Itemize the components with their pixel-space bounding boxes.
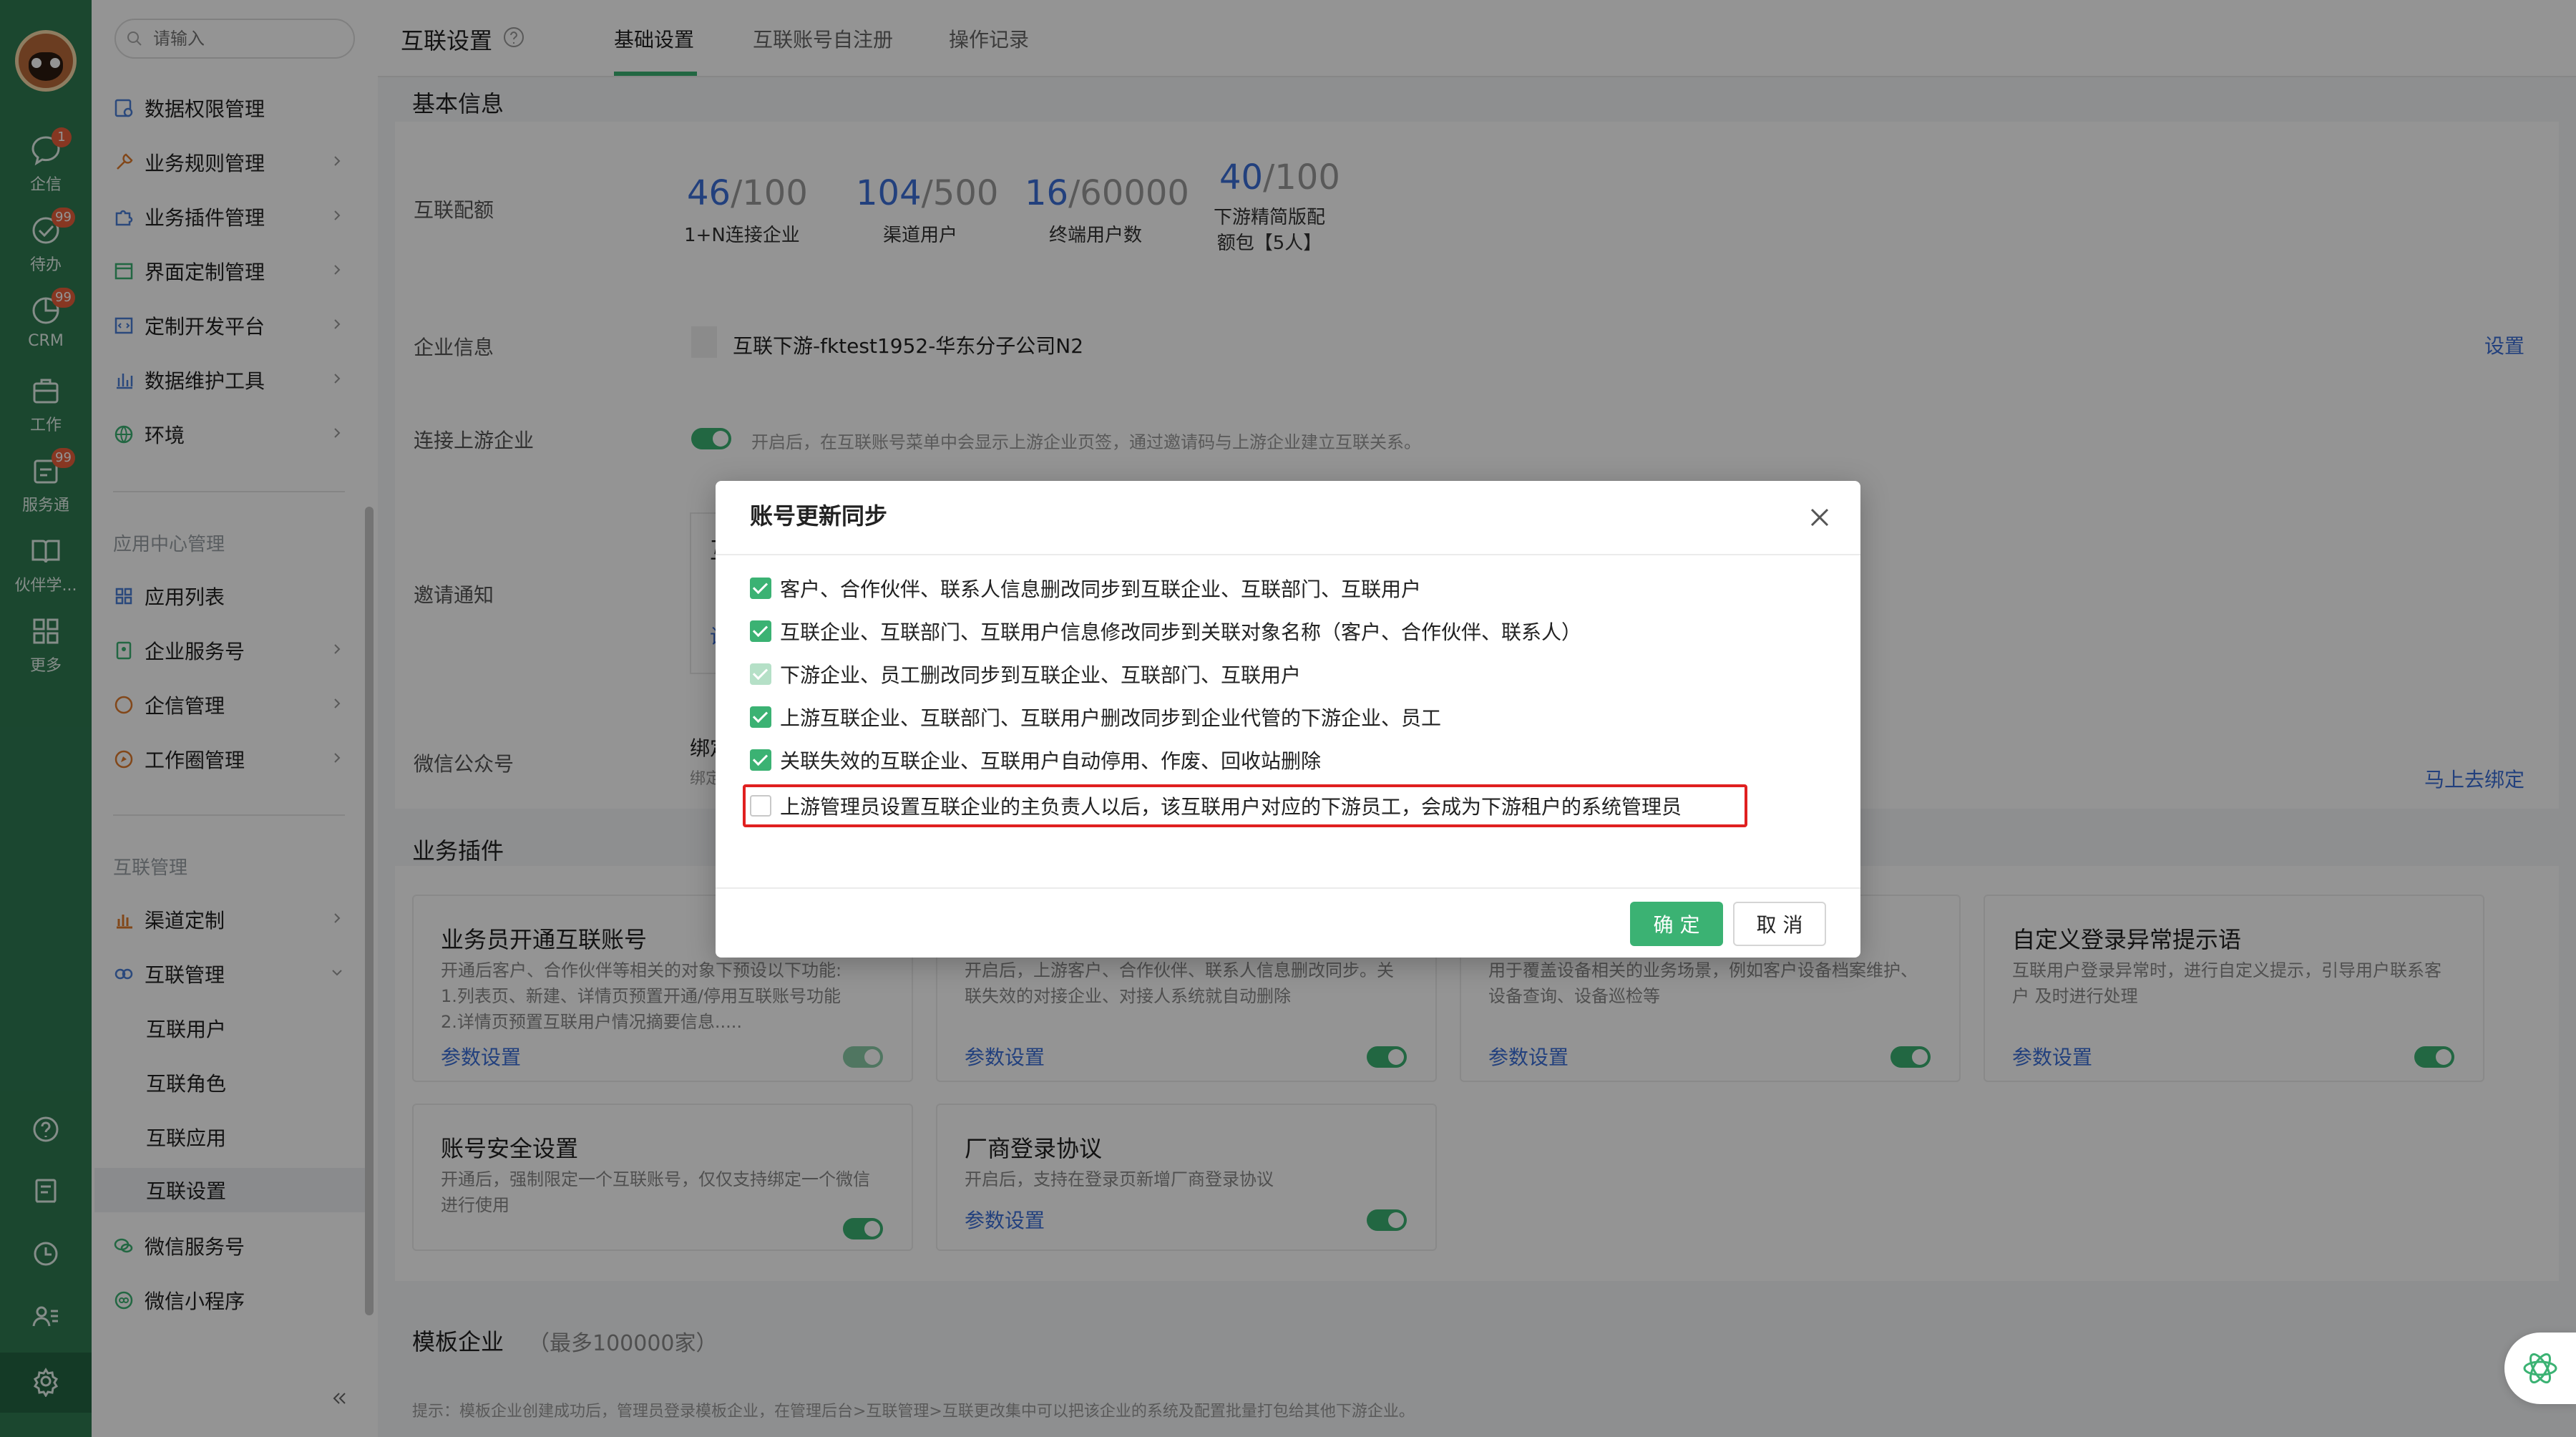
option-checkbox[interactable] [750, 706, 771, 728]
dialog-header: 账号更新同步 [716, 481, 1860, 555]
option-checkbox[interactable] [750, 749, 771, 771]
dialog-footer: 确 定 取 消 [716, 887, 1860, 958]
dialog-title: 账号更新同步 [750, 502, 888, 530]
option-label: 关联失效的互联企业、互联用户自动停用、作废、回收站删除 [780, 749, 1322, 773]
confirm-button[interactable]: 确 定 [1630, 902, 1723, 946]
ai-assistant-icon [2523, 1353, 2557, 1384]
cancel-button[interactable]: 取 消 [1733, 902, 1826, 946]
sync-option[interactable]: 客户、合作伙伴、联系人信息删改同步到互联企业、互联部门、互联用户 [750, 574, 1421, 603]
close-icon[interactable] [1807, 505, 1832, 530]
option-label: 上游管理员设置互联企业的主负责人以后，该互联用户对应的下游员工，会成为下游租户的… [780, 795, 1682, 819]
sync-option[interactable]: 关联失效的互联企业、互联用户自动停用、作废、回收站删除 [750, 746, 1321, 774]
option-checkbox[interactable] [750, 620, 771, 642]
option-label: 上游互联企业、互联部门、互联用户删改同步到企业代管的下游企业、员工 [780, 706, 1442, 730]
option-label: 客户、合作伙伴、联系人信息删改同步到互联企业、互联部门、互联用户 [780, 578, 1422, 601]
option-checkbox[interactable] [750, 795, 771, 817]
option-label: 下游企业、员工删改同步到互联企业、互联部门、互联用户 [780, 663, 1302, 687]
option-label: 互联企业、互联部门、互联用户信息修改同步到关联对象名称（客户、合作伙伴、联系人） [780, 620, 1582, 644]
sync-option[interactable]: 上游互联企业、互联部门、互联用户删改同步到企业代管的下游企业、员工 [750, 703, 1441, 731]
sync-option[interactable]: 互联企业、互联部门、互联用户信息修改同步到关联对象名称（客户、合作伙伴、联系人） [750, 617, 1581, 646]
option-checkbox [750, 663, 771, 685]
ai-assistant-button[interactable] [2504, 1333, 2576, 1404]
sync-option: 下游企业、员工删改同步到互联企业、互联部门、互联用户 [750, 660, 1301, 688]
option-checkbox[interactable] [750, 578, 771, 599]
account-sync-dialog: 账号更新同步 客户、合作伙伴、联系人信息删改同步到互联企业、互联部门、互联用户 … [716, 481, 1860, 958]
sync-option-admin[interactable]: 上游管理员设置互联企业的主负责人以后，该互联用户对应的下游员工，会成为下游租户的… [750, 791, 1682, 820]
